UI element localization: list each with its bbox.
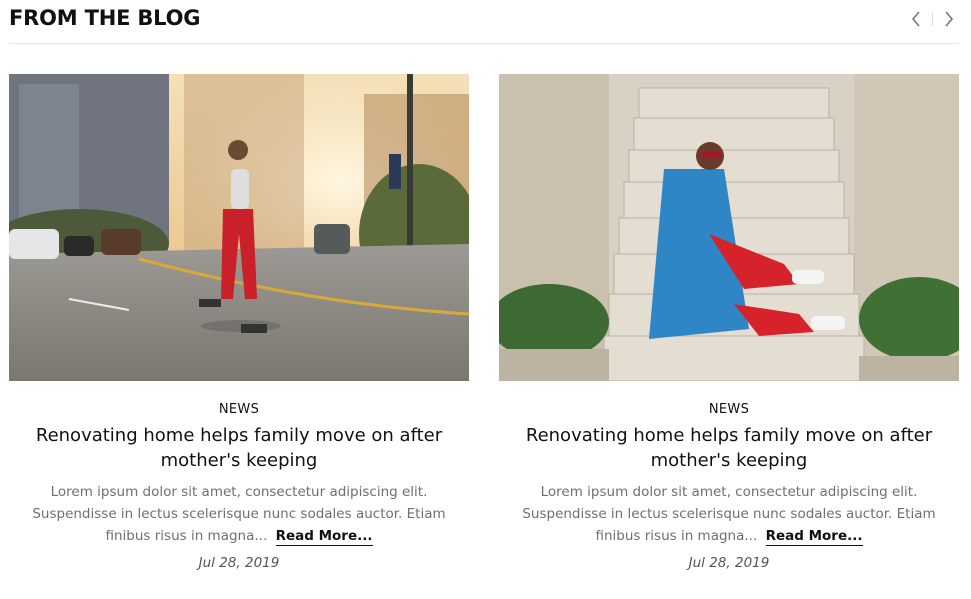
chevron-left-icon xyxy=(911,11,920,27)
blog-card-1: NEWS Renovating home helps family move o… xyxy=(9,74,469,571)
post-image-street xyxy=(9,74,469,381)
blog-header: FROM THE BLOG xyxy=(9,0,959,44)
carousel-nav xyxy=(906,8,959,30)
post-image-link[interactable] xyxy=(499,74,959,381)
post-category[interactable]: NEWS xyxy=(9,402,469,417)
blog-card-2: NEWS Renovating home helps family move o… xyxy=(499,74,959,571)
chevron-right-icon xyxy=(945,11,954,27)
post-date: Jul 28, 2019 xyxy=(198,555,280,571)
post-image-stairs xyxy=(499,74,959,381)
read-more-link[interactable]: Read More... xyxy=(275,528,373,546)
post-image-link[interactable] xyxy=(9,74,469,381)
section-title: FROM THE BLOG xyxy=(9,6,201,30)
post-excerpt-text: Lorem ipsum dolor sit amet, consectetur … xyxy=(32,484,446,544)
nav-divider xyxy=(932,12,933,26)
read-more-link[interactable]: Read More... xyxy=(765,528,863,546)
post-excerpt-text: Lorem ipsum dolor sit amet, consectetur … xyxy=(522,484,936,544)
post-excerpt: Lorem ipsum dolor sit amet, consectetur … xyxy=(499,481,959,547)
post-category[interactable]: NEWS xyxy=(499,402,959,417)
post-excerpt: Lorem ipsum dolor sit amet, consectetur … xyxy=(9,481,469,547)
next-button[interactable] xyxy=(939,9,959,29)
post-date: Jul 28, 2019 xyxy=(688,555,770,571)
prev-button[interactable] xyxy=(906,9,926,29)
post-title[interactable]: Renovating home helps family move on aft… xyxy=(499,423,959,473)
post-title[interactable]: Renovating home helps family move on aft… xyxy=(9,423,469,473)
